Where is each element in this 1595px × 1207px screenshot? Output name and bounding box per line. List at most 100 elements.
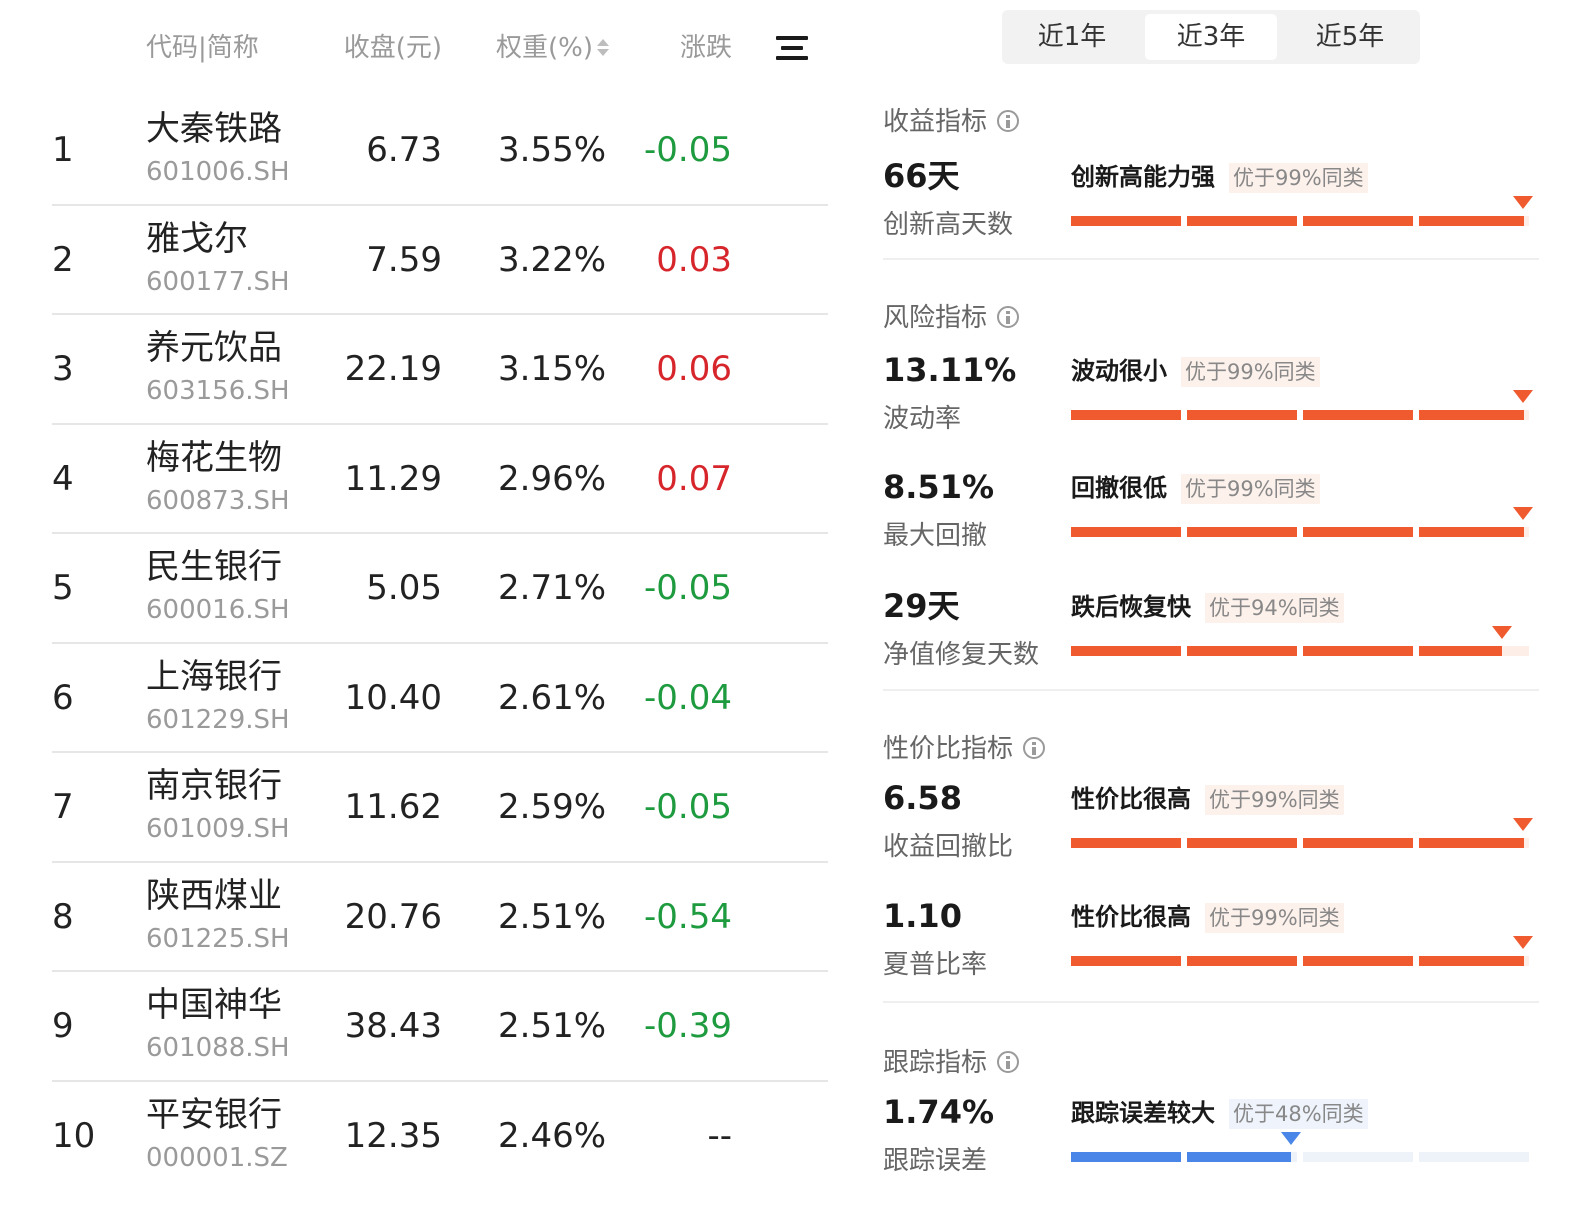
table-header: 代码|简称 收盘(元) 权重(%) 涨跌 [28, 0, 828, 96]
row-rank: 3 [52, 349, 74, 389]
row-close-price: 11.29 [344, 458, 442, 499]
bar-segment [1303, 838, 1413, 848]
row-rank: 8 [52, 896, 74, 937]
header-weight-label: 权重(%) [496, 33, 593, 63]
tab-1y[interactable]: 近1年 [1006, 14, 1138, 60]
table-row[interactable]: 6 上海银行 601229.SH 10.40 2.61% -0.04 [52, 644, 828, 753]
divider [883, 258, 1539, 260]
row-stock-name[interactable]: 雅戈尔 [146, 218, 248, 260]
table-row[interactable]: 9 中国神华 601088.SH 38.43 2.51% -0.39 [52, 972, 828, 1082]
metric-label: 夏普比率 [883, 950, 988, 980]
metric-tag-text: 回撤很低 [1071, 474, 1167, 502]
metric-tag: 波动很小 优于99%同类 [1071, 354, 1320, 388]
bar-segment [1419, 956, 1529, 966]
metric-tag: 回撤很低 优于99%同类 [1071, 471, 1320, 505]
row-change: -0.05 [644, 130, 732, 170]
percentile-marker-icon [1280, 1132, 1301, 1145]
metric-recovery-days: 29天 净值修复天数 跌后恢复快 优于94%同类 [855, 586, 1595, 696]
tab-3y[interactable]: 近3年 [1145, 14, 1277, 60]
info-icon[interactable] [1023, 737, 1046, 759]
percentile-bar [1071, 936, 1533, 966]
row-stock-name[interactable]: 中国神华 [146, 984, 282, 1026]
table-row[interactable]: 1 大秦铁路 601006.SH 6.73 3.55% -0.05 [52, 96, 828, 206]
percentile-bar [1071, 507, 1533, 537]
bar-segment [1071, 1152, 1181, 1162]
metric-tag: 性价比很高 优于99%同类 [1071, 900, 1344, 934]
table-row[interactable]: 8 陕西煤业 601225.SH 20.76 2.51% -0.54 [52, 863, 828, 972]
header-weight-sort[interactable]: 权重(%) [496, 30, 609, 66]
row-weight: 3.15% [498, 349, 607, 389]
row-stock-name[interactable]: 大秦铁路 [146, 108, 282, 150]
sort-icon[interactable] [597, 37, 609, 59]
row-change: -- [707, 1115, 732, 1156]
percentile-marker-icon [1513, 390, 1533, 403]
row-stock-name[interactable]: 平安银行 [146, 1094, 282, 1136]
bar-segment [1071, 838, 1181, 848]
bar-segment [1303, 527, 1413, 537]
metric-rank-badge: 优于94%同类 [1205, 593, 1344, 623]
metric-value: 6.58 [883, 779, 962, 817]
row-stock-name[interactable]: 梅花生物 [146, 437, 282, 479]
row-weight: 2.96% [498, 458, 607, 499]
metric-tag-text: 波动很小 [1071, 357, 1167, 385]
bar-segment [1303, 956, 1413, 966]
bar-segment [1071, 956, 1181, 966]
metric-tag: 创新高能力强 优于99%同类 [1071, 160, 1368, 194]
table-row[interactable]: 10 平安银行 000001.SZ 12.35 2.46% -- [52, 1082, 828, 1192]
percentile-marker-icon [1513, 818, 1533, 831]
bar-segment [1187, 410, 1297, 420]
row-change: 0.07 [656, 458, 732, 499]
info-icon[interactable] [997, 1051, 1020, 1073]
row-stock-code: 601009.SH [146, 814, 290, 844]
metric-rank-badge: 优于48%同类 [1229, 1099, 1368, 1129]
row-close-price: 10.40 [344, 677, 442, 718]
metric-label: 最大回撤 [883, 521, 988, 551]
percentile-bar [1071, 818, 1533, 848]
bar-segment [1187, 1152, 1297, 1162]
metric-new-high-days: 66天 创新高天数 创新高能力强 优于99%同类 [855, 156, 1595, 266]
metric-label: 净值修复天数 [883, 640, 1040, 670]
row-rank: 10 [52, 1115, 96, 1156]
metric-label: 创新高天数 [883, 210, 1014, 240]
metric-value: 13.11% [883, 351, 1017, 389]
bar-segment [1419, 527, 1529, 537]
table-row[interactable]: 3 养元饮品 603156.SH 22.19 3.15% 0.06 [52, 315, 828, 425]
bar-segment [1419, 1152, 1529, 1162]
bar-segment [1071, 410, 1181, 420]
row-stock-name[interactable]: 养元饮品 [146, 327, 282, 369]
metrics-panel: 近1年 近3年 近5年 收益指标 66天 创新高天数 创新高能力强 优于99%同类… [855, 0, 1595, 1207]
percentile-marker-icon [1513, 196, 1533, 209]
menu-icon[interactable] [776, 34, 808, 62]
row-change: -0.54 [644, 896, 732, 937]
period-tabs: 近1年 近3年 近5年 [1002, 10, 1420, 64]
metric-tag-text: 创新高能力强 [1071, 163, 1215, 191]
table-row[interactable]: 2 雅戈尔 600177.SH 7.59 3.22% 0.03 [52, 206, 828, 315]
bar-segment [1419, 838, 1529, 848]
row-stock-name[interactable]: 上海银行 [146, 656, 282, 698]
row-close-price: 38.43 [344, 1006, 442, 1046]
row-change: 0.06 [656, 349, 732, 389]
metric-tag-text: 性价比很高 [1071, 903, 1191, 931]
row-close-price: 5.05 [366, 568, 442, 608]
row-rank: 5 [52, 568, 74, 608]
table-row[interactable]: 4 梅花生物 600873.SH 11.29 2.96% 0.07 [52, 425, 828, 534]
row-stock-name[interactable]: 南京银行 [146, 765, 282, 807]
table-row[interactable]: 5 民生银行 600016.SH 5.05 2.71% -0.05 [52, 534, 828, 644]
section-title-return-text: 收益指标 [883, 107, 988, 137]
metric-rank-badge: 优于99%同类 [1181, 357, 1320, 387]
metric-value: 8.51% [883, 468, 995, 506]
row-stock-name[interactable]: 民生银行 [146, 546, 282, 588]
table-row[interactable]: 7 南京银行 601009.SH 11.62 2.59% -0.05 [52, 753, 828, 863]
metric-value: 1.74% [883, 1093, 995, 1131]
bar-segment [1187, 527, 1297, 537]
info-icon[interactable] [997, 306, 1020, 328]
bar-segment [1419, 410, 1529, 420]
metric-label: 收益回撤比 [883, 832, 1014, 862]
tab-5y[interactable]: 近5年 [1284, 14, 1416, 60]
metric-rank-badge: 优于99%同类 [1205, 903, 1344, 933]
metric-tag: 性价比很高 优于99%同类 [1071, 782, 1344, 816]
row-stock-name[interactable]: 陕西煤业 [146, 875, 282, 917]
metric-max-drawdown: 8.51% 最大回撤 回撤很低 优于99%同类 [855, 467, 1595, 577]
row-close-price: 22.19 [344, 349, 442, 389]
info-icon[interactable] [997, 110, 1020, 132]
